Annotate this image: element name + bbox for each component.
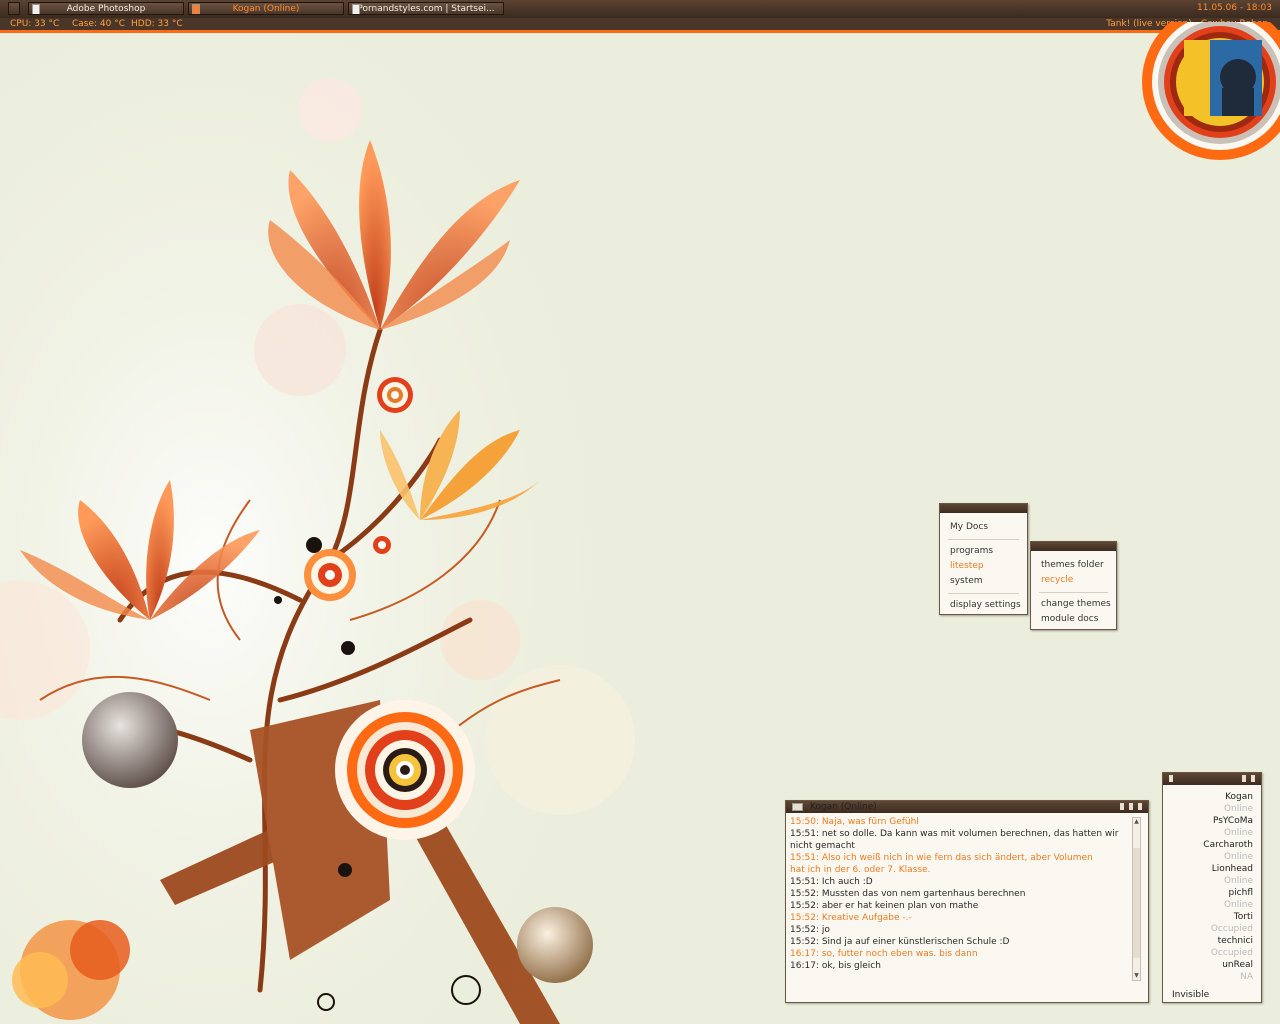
menu-item-litestep[interactable]: litestep — [940, 559, 1027, 574]
contact-status: Online — [1223, 876, 1253, 886]
desktop-menu-litestep: themes folder recycle change themes modu… — [1030, 541, 1117, 630]
case-temp: Case: 40 °C — [72, 19, 126, 29]
scroll-down-icon[interactable]: ▼ — [1133, 972, 1140, 980]
maximize-button[interactable] — [1129, 803, 1133, 810]
menu-item-module-docs[interactable]: module docs — [1031, 612, 1116, 627]
menu-item-system[interactable]: system — [940, 574, 1027, 589]
scroll-up-icon[interactable]: ▲ — [1133, 818, 1140, 826]
chat-message: 15:50: Naja, was fürn Gefühl — [790, 817, 919, 827]
minimize-button[interactable] — [1120, 803, 1124, 810]
cpu-temp: CPU: 33 °C — [10, 19, 60, 29]
window-icon — [32, 4, 40, 14]
close-button[interactable] — [1138, 803, 1142, 810]
chat-message: hat ich in der 6. oder 7. Klasse. — [790, 865, 931, 875]
contact-status: Online — [1223, 828, 1253, 838]
chat-message: 15:51: Also ich weiß nich in wie fern da… — [790, 853, 1093, 863]
my-status-selector[interactable]: Invisible — [1172, 990, 1209, 1000]
menu-item-recycle[interactable]: recycle — [1031, 573, 1116, 588]
menu-separator — [1039, 592, 1108, 593]
chat-window-icon — [792, 803, 803, 811]
desktop-menu-main: My Docs programs litestep system display… — [939, 503, 1028, 615]
chat-message: 15:52: Mussten das von nem gartenhaus be… — [790, 889, 1026, 899]
task-label: Pornandstyles.com | Startsei... — [357, 4, 495, 14]
chat-message: 15:52: Kreative Aufgabe -.- — [790, 913, 912, 923]
contact-name[interactable]: pichfl — [1203, 887, 1253, 899]
chat-message: 15:52: Sind ja auf einer künstlerischen … — [790, 937, 1010, 947]
chat-message: 15:52: jo — [790, 925, 830, 935]
contact-status: Online — [1223, 804, 1253, 814]
chat-log[interactable]: 15:50: Naja, was fürn Gefühl 15:51: net s… — [790, 816, 1129, 984]
contact-name[interactable]: technici — [1203, 935, 1253, 947]
contact-status: Occupied — [1210, 948, 1253, 958]
chat-message: 16:17: ok, bis gleich — [790, 961, 881, 971]
menu-item-programs[interactable]: programs — [940, 544, 1027, 559]
menu-titlebar — [940, 504, 1027, 513]
chat-message: 16:17: so, futter noch eben was. bis dan… — [790, 949, 978, 959]
hdd-temp: HDD: 33 °C — [131, 19, 183, 29]
task-button-browser[interactable]: Pornandstyles.com | Startsei... — [348, 2, 504, 15]
contact-list: Kogan Online PsYCoMa Online Carcharoth Online… — [1203, 791, 1253, 983]
album-art-widget[interactable] — [1138, 22, 1280, 168]
chat-message: nicht gemacht — [790, 841, 855, 851]
taskbar: Adobe Photoshop Kogan (Online) Pornandst… — [0, 0, 1280, 19]
task-label: Adobe Photoshop — [66, 4, 146, 14]
contact-name[interactable]: Torti — [1203, 911, 1253, 923]
contact-list-titlebar[interactable] — [1163, 773, 1261, 785]
menu-item-change-themes[interactable]: change themes — [1031, 597, 1116, 612]
contact-status: Online — [1223, 852, 1253, 862]
scrollbar-thumb[interactable] — [1133, 848, 1140, 958]
chat-message: 15:51: Ich auch :D — [790, 877, 873, 887]
task-button-kogan[interactable]: Kogan (Online) — [188, 2, 344, 15]
menu-item-my-docs[interactable]: My Docs — [940, 520, 1027, 535]
window-icon — [192, 4, 200, 14]
contact-name[interactable]: unReal — [1203, 959, 1253, 971]
contact-status: Online — [1223, 900, 1253, 910]
contact-status: NA — [1240, 972, 1253, 982]
menu-titlebar — [1031, 542, 1116, 551]
chat-message: 15:51: net so dolle. Da kann was mit vol… — [790, 829, 1119, 839]
contact-list-menu-button[interactable] — [1169, 775, 1173, 782]
menu-item-display-settings[interactable]: display settings — [940, 598, 1027, 613]
menu-separator — [948, 593, 1019, 594]
task-label: Kogan (Online) — [232, 4, 300, 14]
contact-name[interactable]: Lionhead — [1203, 863, 1253, 875]
chat-scrollbar[interactable]: ▲ ▼ — [1132, 817, 1141, 981]
menu-separator — [948, 539, 1019, 540]
task-button-photoshop[interactable]: Adobe Photoshop — [28, 2, 184, 15]
chat-title: Kogan (Online) — [810, 802, 877, 812]
contact-list-window: Kogan Online PsYCoMa Online Carcharoth Online… — [1162, 772, 1262, 1003]
clock: 11.05.06 - 18:03 — [1197, 3, 1272, 13]
taskbar-start-handle[interactable] — [8, 2, 20, 15]
menu-item-themes-folder[interactable]: themes folder — [1031, 558, 1116, 573]
chat-window: Kogan (Online) 15:50: Naja, was fürn Gef… — [785, 800, 1149, 1003]
contact-name[interactable]: PsYCoMa — [1203, 815, 1253, 827]
contact-name[interactable]: Kogan — [1203, 791, 1253, 803]
close-button[interactable] — [1251, 775, 1255, 782]
chat-message: 15:52: aber er hat keinen plan von mathe — [790, 901, 979, 911]
contact-name[interactable]: Carcharoth — [1203, 839, 1253, 851]
minimize-button[interactable] — [1242, 775, 1246, 782]
window-icon — [352, 4, 360, 14]
contact-status: Occupied — [1210, 924, 1253, 934]
system-stats-bar: CPU: 33 °C Case: 40 °C HDD: 33 °C Tank! … — [0, 18, 1280, 33]
chat-titlebar[interactable]: Kogan (Online) — [786, 801, 1148, 813]
